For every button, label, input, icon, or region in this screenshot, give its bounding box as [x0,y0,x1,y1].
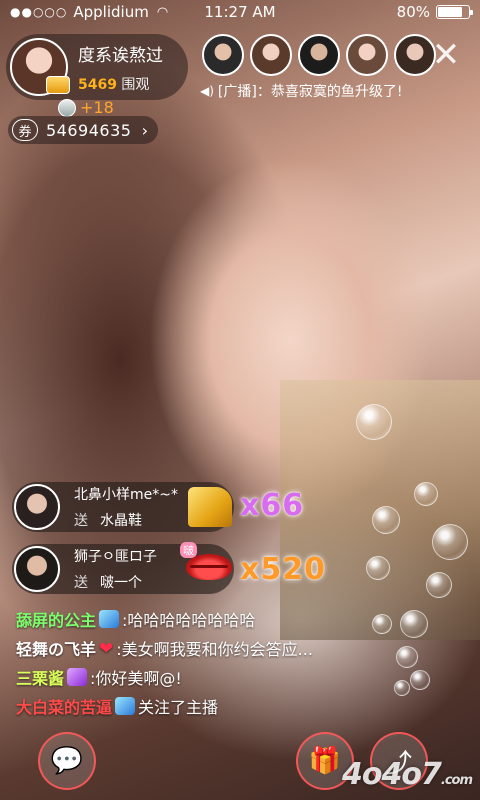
ticket-count: 54694635 [46,120,132,140]
viewer-avatar[interactable] [202,34,244,76]
host-info: 度系诶熬过 5469 围观 [78,41,163,94]
gem-badge-icon [99,610,120,628]
floating-bubble [414,482,438,506]
floating-bubble [366,556,390,580]
close-icon[interactable]: ✕ [426,36,466,76]
chat-text: 关注了主播 [138,698,219,717]
gift-sender-name: 狮子ㅇ匪ロ子 [74,549,157,565]
gift-name: 水晶鞋 [100,513,142,529]
vip-badge-icon [67,668,88,686]
gift-combo-count: x66 [240,488,305,523]
watermark-suffix: .com [440,773,473,788]
lips-shape [186,554,232,580]
gift-action: 送 [74,513,88,529]
crystal-shoe-icon [188,487,232,527]
battery-icon [436,5,473,19]
gift-box-icon: 🎁 [308,746,342,776]
host-name: 度系诶熬过 [78,45,163,66]
gift-description: 送水晶鞋 [74,510,178,530]
broadcast-text: [广播]：恭喜寂寞的鱼升级了! [217,84,403,100]
gift-name: 啵一个 [100,575,142,591]
viewer-avatar[interactable] [298,34,340,76]
chat-message: 大白菜的苦逼 关注了主播 [16,693,313,719]
chat-list: 舔屏的公主 :哈哈哈哈哈哈哈哈 轻舞の飞羊 ❤ :美女啊我要和你约会答应... … [16,606,313,722]
gift-sender-avatar[interactable] [14,546,60,592]
chat-button[interactable]: 💬 [38,732,96,790]
watermark: 4o4o7.com [342,757,473,792]
gift-sender-avatar[interactable] [14,484,60,530]
floating-bubble [356,404,392,440]
chat-user[interactable]: 大白菜的苦逼 [16,694,112,718]
gift-text: 北鼻小样me*~* 送水晶鞋 [74,484,178,530]
viewer-count-number: 5469 [78,76,117,93]
chat-message: 轻舞の飞羊 ❤ :美女啊我要和你约会答应... [16,635,313,661]
chat-user[interactable]: 三栗酱 [16,665,64,689]
broadcast-banner: ◀) [广播]：恭喜寂寞的鱼升级了! [200,80,402,102]
chat-message: 三栗酱 :你好美啊@! [16,664,313,690]
host-card[interactable]: 度系诶熬过 5469 围观 [6,34,188,100]
floating-bubble [396,646,418,668]
viewer-avatar[interactable] [250,34,292,76]
kiss-lips-icon: 啵 [180,542,232,594]
gift-description: 送啵一个 [74,572,157,592]
crown-badge-icon [46,76,70,94]
gift-sender-name: 北鼻小样me*~* [74,487,178,503]
floating-bubble [410,670,430,690]
ticket-button[interactable]: 券 54694635 › [8,116,158,144]
gift-combo-count: x520 [240,552,326,587]
chat-bubble-icon: 💬 [50,746,84,776]
coin-icon [58,98,76,117]
ticket-icon: 券 [12,119,38,141]
chat-user[interactable]: 舔屏的公主 [16,607,96,631]
viewer-count-label: 围观 [121,76,150,93]
chat-text: :美女啊我要和你约会答应... [116,640,313,659]
gem-badge-icon [115,697,136,715]
gift-text: 狮子ㅇ匪ロ子 送啵一个 [74,546,157,592]
floating-bubble [400,610,428,638]
gift-action: 送 [74,575,88,591]
clock: 11:27 AM [204,3,276,21]
viewer-avatar[interactable] [346,34,388,76]
battery-fill [438,7,462,17]
heart-badge-icon: ❤ [99,639,114,659]
chat-text: :你好美啊@! [90,669,182,688]
chat-message: 舔屏的公主 :哈哈哈哈哈哈哈哈 [16,606,313,632]
viewer-count: 5469 围观 [78,74,163,94]
floating-bubble [372,506,400,534]
chat-text: :哈哈哈哈哈哈哈哈 [122,611,256,630]
chevron-right-icon: › [141,120,148,140]
watermark-main: 4o4o7 [342,757,442,792]
coin-gain-text: +18 [80,98,114,117]
floating-bubble [372,614,392,634]
coin-gain: +18 [58,98,114,117]
floating-bubble [426,572,452,598]
floating-bubble [432,524,468,560]
speaker-icon: ◀) [200,84,214,98]
status-bar: ●●○○○ Applidium ◠ 11:27 AM 80% [0,0,480,24]
viewer-avatar-list [202,34,436,76]
floating-bubble [394,680,410,696]
chat-user[interactable]: 轻舞の飞羊 [16,636,96,660]
